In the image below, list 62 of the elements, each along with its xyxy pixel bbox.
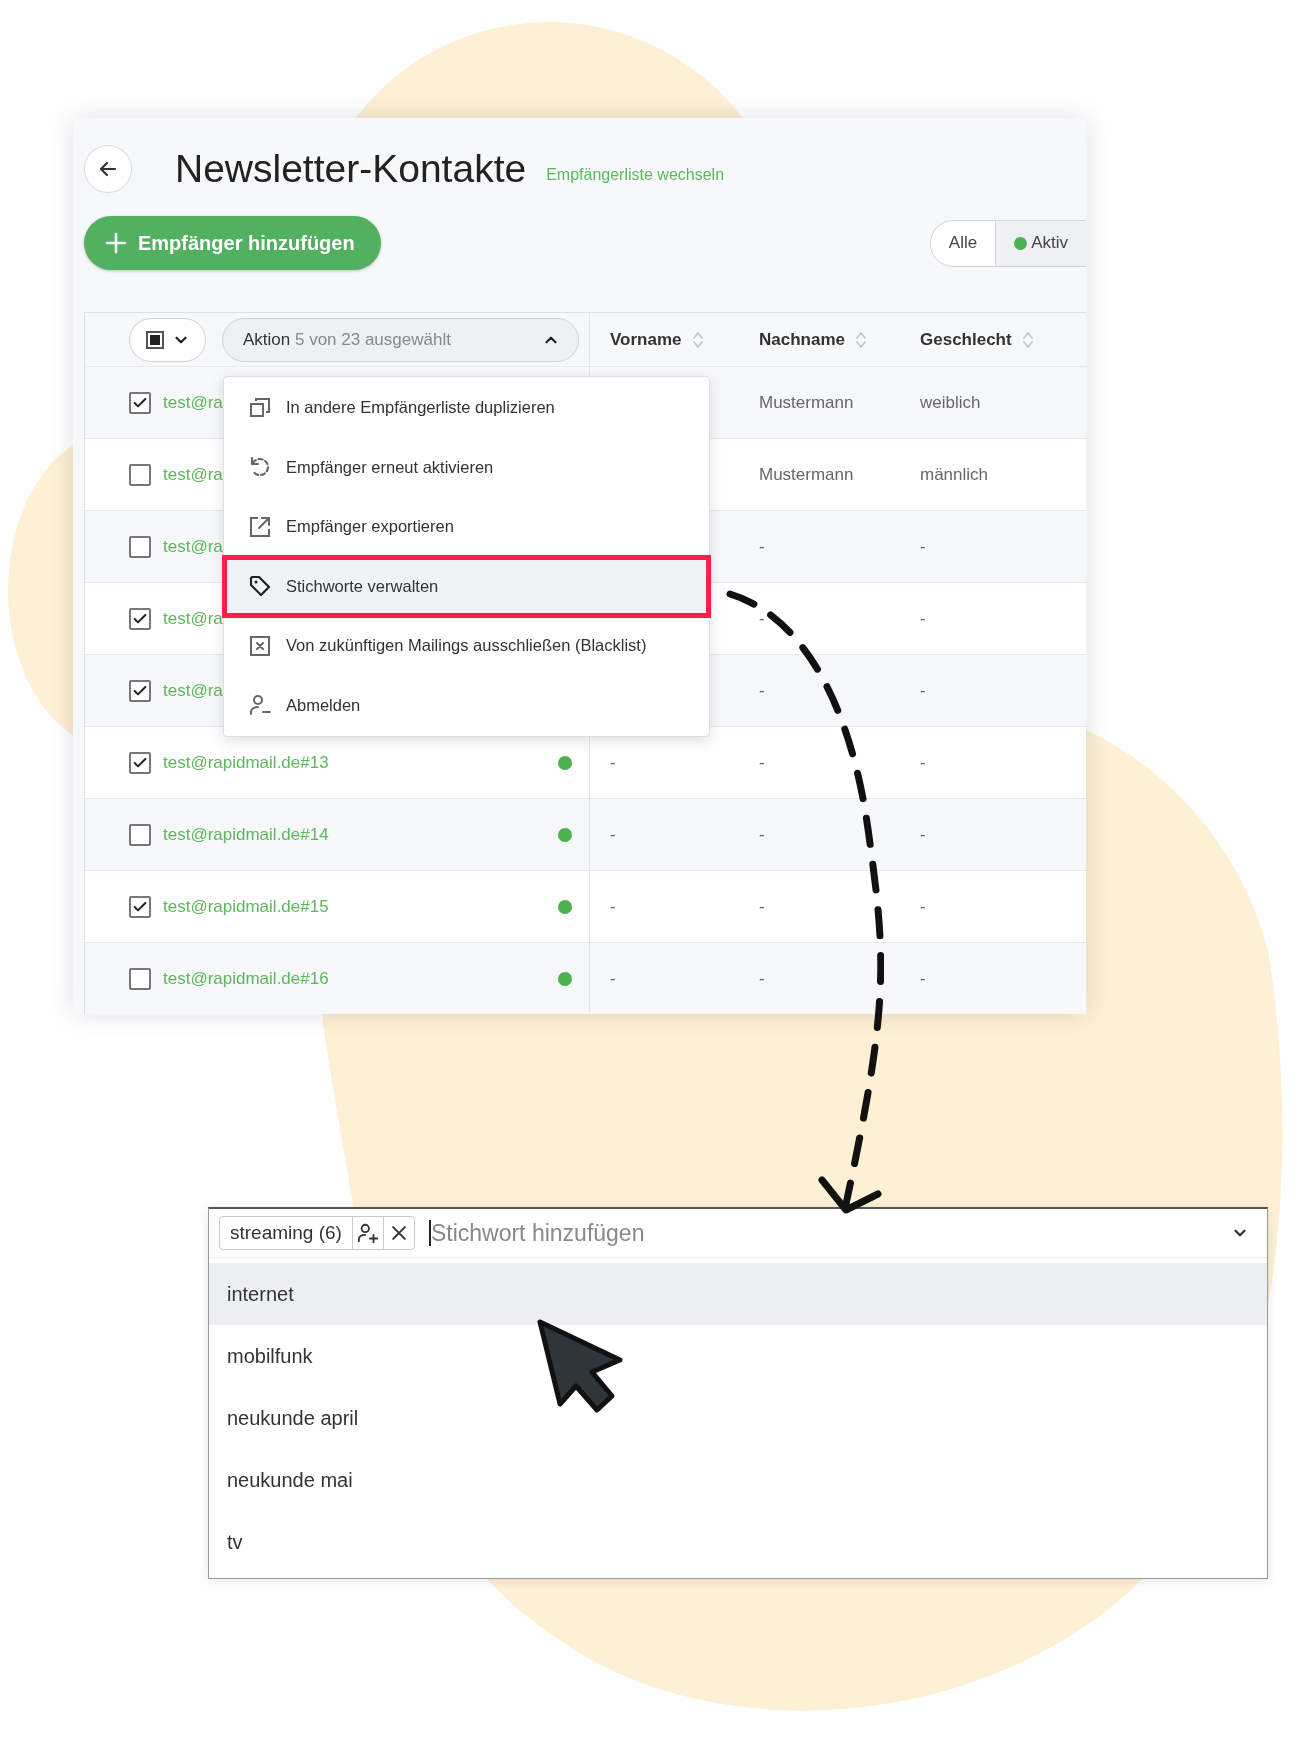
column-header[interactable]: Nachname bbox=[759, 329, 845, 350]
menu-item[interactable]: Stichworte verwalten bbox=[224, 556, 709, 616]
export-icon bbox=[248, 514, 272, 539]
tag-label: streaming (6) bbox=[229, 1221, 343, 1245]
checkbox[interactable] bbox=[129, 895, 151, 918]
table-cell: - bbox=[759, 968, 765, 988]
back-button[interactable] bbox=[84, 145, 132, 193]
tag-option[interactable]: neukunde april bbox=[209, 1387, 1267, 1449]
table-cell: - bbox=[920, 680, 926, 700]
checkbox[interactable] bbox=[129, 463, 151, 486]
checkbox[interactable] bbox=[129, 823, 151, 846]
table-cell: - bbox=[759, 536, 765, 556]
table-cell: - bbox=[920, 896, 926, 916]
table-cell: - bbox=[759, 608, 765, 628]
table-cell: männlich bbox=[920, 464, 989, 484]
x-box-icon bbox=[248, 633, 272, 658]
tag-option[interactable]: internet bbox=[209, 1263, 1267, 1325]
user-minus-icon bbox=[248, 693, 272, 718]
table-cell: - bbox=[920, 824, 926, 844]
menu-item[interactable]: In andere Empfängerliste duplizieren bbox=[224, 378, 709, 438]
table-cell: - bbox=[610, 824, 616, 844]
checkbox[interactable] bbox=[129, 607, 151, 630]
tag-option[interactable]: neukunde mai bbox=[209, 1449, 1267, 1511]
table-cell: - bbox=[759, 896, 765, 916]
tag-input[interactable]: Stichwort hinzufügen bbox=[430, 1219, 1217, 1247]
checkbox[interactable] bbox=[129, 391, 151, 414]
select-all-button[interactable] bbox=[129, 317, 206, 362]
plus-icon bbox=[104, 231, 128, 255]
user-plus-icon[interactable] bbox=[356, 1222, 379, 1244]
column-header[interactable]: Geschlecht bbox=[920, 329, 1012, 350]
menu-item[interactable]: Von zukünftigen Mailings ausschließen (Blacklist) bbox=[224, 616, 709, 676]
select-all-checkbox[interactable] bbox=[145, 330, 164, 349]
tag-option[interactable]: tv bbox=[209, 1511, 1267, 1573]
table-cell: - bbox=[610, 752, 616, 772]
duplicate-icon bbox=[248, 395, 272, 420]
table-cell: - bbox=[610, 896, 616, 916]
page-title: Newsletter-Kontakte bbox=[175, 147, 527, 191]
menu-item[interactable]: Abmelden bbox=[224, 675, 709, 735]
table-cell: - bbox=[759, 752, 765, 772]
checkbox[interactable] bbox=[129, 535, 151, 558]
table-cell: - bbox=[610, 968, 616, 988]
checkbox[interactable] bbox=[129, 679, 151, 702]
table-cell: Mustermann bbox=[759, 392, 854, 412]
table-cell: - bbox=[920, 968, 926, 988]
text-cursor bbox=[428, 1220, 431, 1246]
table-cell: - bbox=[759, 824, 765, 844]
table-cell: - bbox=[759, 680, 765, 700]
filter-tab[interactable]: Aktiv bbox=[995, 220, 1086, 266]
table-cell: Mustermann bbox=[759, 464, 854, 484]
tag-icon bbox=[248, 574, 272, 599]
table-cell: - bbox=[920, 536, 926, 556]
checkbox[interactable] bbox=[129, 751, 151, 774]
table-cell: - bbox=[920, 608, 926, 628]
checkbox[interactable] bbox=[129, 967, 151, 990]
menu-item[interactable]: Empfänger exportieren bbox=[224, 497, 709, 557]
action-label: Aktion 5 von 23 ausgewählt bbox=[243, 329, 451, 350]
menu-item[interactable]: Empfänger erneut aktivieren bbox=[224, 437, 709, 497]
table-cell: - bbox=[920, 752, 926, 772]
action-dropdown[interactable]: Aktion 5 von 23 ausgewählt bbox=[222, 317, 579, 362]
tag-option[interactable]: mobilfunk bbox=[209, 1325, 1267, 1387]
column-header[interactable]: Vorname bbox=[610, 329, 682, 350]
table-cell: weiblich bbox=[920, 392, 981, 412]
